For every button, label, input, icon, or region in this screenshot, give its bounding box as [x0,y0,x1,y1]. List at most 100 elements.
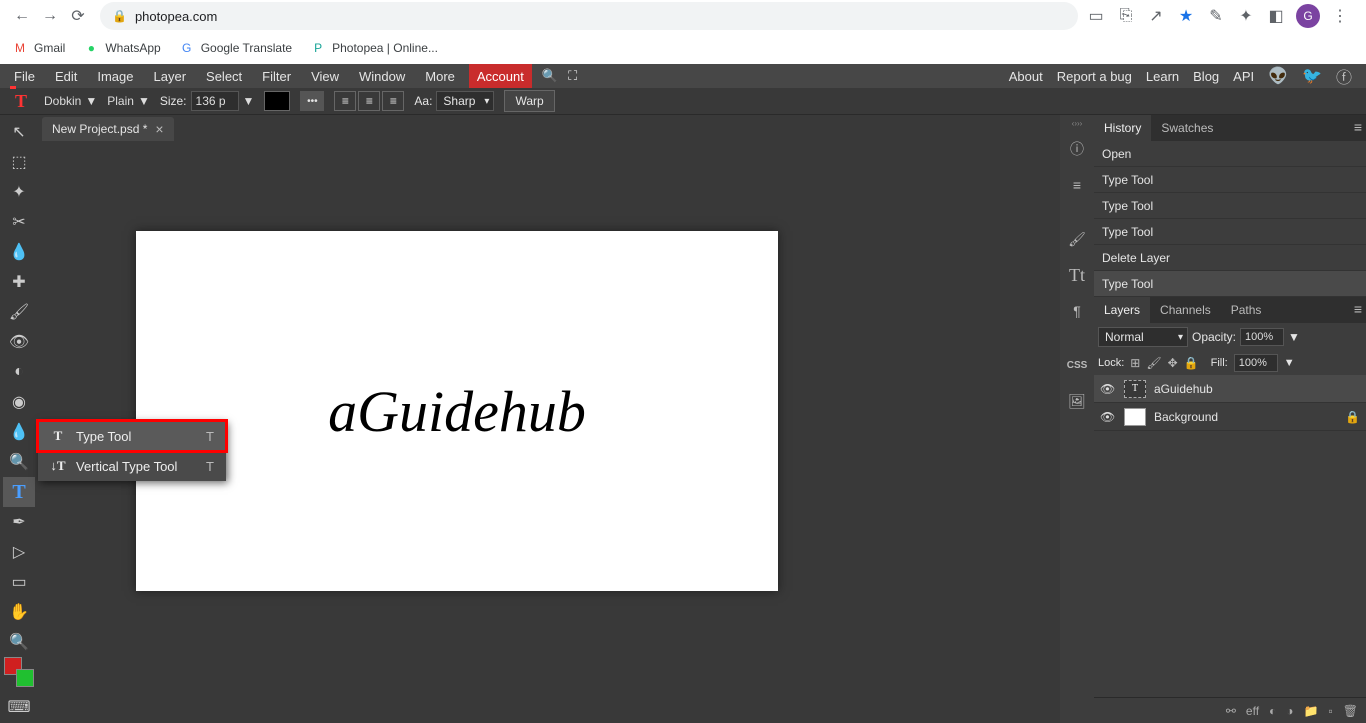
background-color[interactable] [16,669,34,687]
layer-row[interactable]: 👁 T aGuidehub [1094,375,1366,403]
path-select-tool[interactable]: ▷ [3,537,35,567]
document-tab[interactable]: New Project.psd * × [42,117,174,141]
zoom-tool[interactable]: 🔍 [3,627,35,657]
bookmark-star-icon[interactable]: ★ [1176,6,1196,26]
lock-pixels-icon[interactable]: ⊞ [1130,356,1140,370]
menu-select[interactable]: Select [196,64,252,88]
para-panel-icon[interactable]: ¶ [1063,297,1091,325]
keyboard-icon[interactable]: ⌨ [3,695,35,719]
align-center-button[interactable]: ≡ [358,91,380,111]
color-swatches[interactable] [4,657,34,687]
menu-view[interactable]: View [301,64,349,88]
fx-icon[interactable]: eff [1246,704,1259,718]
menu-account[interactable]: Account [469,64,532,88]
url-bar[interactable]: 🔒 photopea.com [100,2,1078,30]
close-tab-icon[interactable]: × [155,121,163,137]
clipboard-icon[interactable]: ▭ [1086,6,1106,26]
nav-forward[interactable]: → [36,2,64,30]
delete-layer-icon[interactable]: 🗑 [1343,704,1358,718]
pen-tool[interactable]: ✒ [3,507,35,537]
folder-icon[interactable]: 📁 [1304,704,1319,718]
link-about[interactable]: About [1009,69,1043,84]
nav-reload[interactable]: ⟳ [64,2,92,30]
heal-tool[interactable]: ✚ [3,267,35,297]
reddit-icon[interactable]: 👽 [1268,66,1288,86]
info-panel-icon[interactable]: ⓘ [1063,135,1091,163]
blur-tool[interactable]: 💧 [3,417,35,447]
flyout-vertical-type-tool[interactable]: ↓T Vertical Type Tool T [38,451,226,481]
search-icon[interactable]: 🔍 [542,68,558,84]
menu-filter[interactable]: Filter [252,64,301,88]
align-left-button[interactable]: ≡ [334,91,356,111]
fullscreen-icon[interactable]: ⛶ [568,68,577,84]
opacity-input[interactable] [1240,328,1284,346]
font-size-input[interactable] [191,91,239,111]
image-panel-icon[interactable]: 🖼 [1063,387,1091,415]
sidepanel-icon[interactable]: ◧ [1266,6,1286,26]
bookmark-gmail[interactable]: MGmail [12,40,65,56]
tab-swatches[interactable]: Swatches [1151,115,1223,141]
lock-all-icon[interactable]: 🔒 [1184,356,1199,370]
layer-row[interactable]: 👁 Background 🔒 [1094,403,1366,431]
bookmark-whatsapp[interactable]: ●WhatsApp [83,40,160,56]
wand-tool[interactable]: ✦ [3,177,35,207]
fill-input[interactable] [1234,354,1278,372]
facebook-icon[interactable]: ⓕ [1336,64,1352,88]
nav-back[interactable]: ← [8,2,36,30]
type-tool[interactable]: T [3,477,35,507]
hand-tool[interactable]: ✋ [3,597,35,627]
dodge-tool[interactable]: 🔍 [3,447,35,477]
link-learn[interactable]: Learn [1146,69,1179,84]
brush-panel-icon[interactable]: 🖌 [1063,225,1091,253]
char-panel-icon[interactable]: Tt [1063,261,1091,289]
eyedropper-ext-icon[interactable]: ✎ [1206,6,1226,26]
crop-tool[interactable]: ✂ [3,207,35,237]
bookmark-photopea[interactable]: PPhotopea | Online... [310,40,438,56]
marquee-tool[interactable]: ⬚ [3,147,35,177]
font-size-dropdown[interactable]: ▼ [243,94,255,108]
profile-avatar[interactable]: G [1296,4,1320,28]
font-style-select[interactable]: Plain ▼ [107,94,150,108]
align-right-button[interactable]: ≡ [382,91,404,111]
history-item[interactable]: Delete Layer [1094,245,1366,271]
adjustment-layer-icon[interactable]: ◑ [1286,704,1293,718]
lock-move-icon[interactable]: ✥ [1168,356,1178,370]
history-item[interactable]: Open [1094,141,1366,167]
canvas-text[interactable]: aGuidehub [328,378,586,445]
shape-tool[interactable]: ▭ [3,567,35,597]
brush-tool[interactable]: 🖌 [3,297,35,327]
flyout-type-tool[interactable]: T Type Tool T [38,421,226,451]
install-icon[interactable]: ⎘ [1116,6,1136,26]
lock-brush-icon[interactable]: 🖌 [1146,356,1161,370]
gradient-tool[interactable]: ◉ [3,387,35,417]
opacity-dropdown[interactable]: ▼ [1288,330,1300,344]
fill-dropdown[interactable]: ▼ [1284,357,1295,369]
clone-tool[interactable]: 👁 [3,327,35,357]
eraser-tool[interactable]: ◐ [3,357,35,387]
tab-history[interactable]: History [1094,115,1151,141]
link-blog[interactable]: Blog [1193,69,1219,84]
extensions-icon[interactable]: ✦ [1236,6,1256,26]
tab-channels[interactable]: Channels [1150,297,1221,323]
antialias-select[interactable]: Sharp [436,91,494,111]
history-item[interactable]: Type Tool [1094,219,1366,245]
bookmark-translate[interactable]: GGoogle Translate [179,40,292,56]
blend-mode-select[interactable]: Normal [1098,327,1188,347]
canvas[interactable]: aGuidehub [136,231,778,591]
menu-layer[interactable]: Layer [144,64,197,88]
link-layers-icon[interactable]: ⚯ [1226,704,1236,718]
adjust-panel-icon[interactable]: ≡ [1063,171,1091,199]
visibility-icon[interactable]: 👁 [1100,410,1116,424]
history-item[interactable]: Type Tool [1094,193,1366,219]
menu-more[interactable]: More [415,64,465,88]
panel-menu-icon[interactable]: ≡ [1354,301,1362,317]
visibility-icon[interactable]: 👁 [1100,382,1116,396]
history-item[interactable]: Type Tool [1094,271,1366,297]
mask-icon[interactable]: ◐ [1269,704,1276,718]
font-family-select[interactable]: Dobkin ▼ [44,94,97,108]
panel-menu-icon[interactable]: ≡ [1354,119,1362,135]
eyedropper-tool[interactable]: 💧 [3,237,35,267]
kebab-menu-icon[interactable]: ⋮ [1330,6,1350,26]
share-icon[interactable]: ↗ [1146,6,1166,26]
char-panel-toggle[interactable]: ••• [300,91,324,111]
